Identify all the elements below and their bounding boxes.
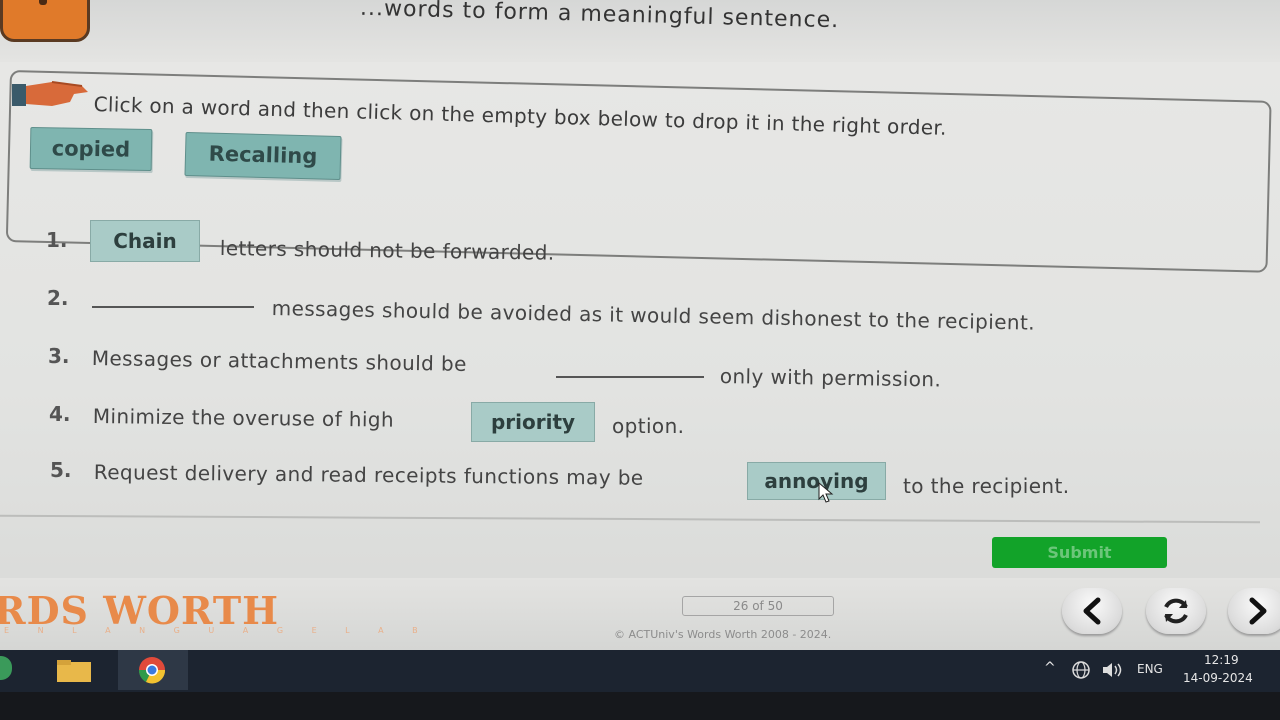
question-4-number: 4. <box>49 402 71 426</box>
back-arrow-icon <box>1083 597 1101 625</box>
language-indicator[interactable]: ENG <box>1137 662 1163 676</box>
question-5-text-before: Request delivery and read receipts funct… <box>93 460 644 490</box>
question-1-number: 1. <box>46 228 68 252</box>
globe-icon[interactable] <box>1070 660 1092 680</box>
volume-icon[interactable] <box>1100 660 1128 680</box>
question-4-answer-box[interactable]: priority <box>471 402 595 442</box>
copyright-text: © ACTUniv's Words Worth 2008 - 2024. <box>614 628 832 641</box>
submit-button[interactable]: Submit <box>992 537 1167 568</box>
word-chip-recalling[interactable]: Recalling <box>184 131 342 181</box>
mouse-cursor-icon <box>818 482 834 503</box>
refresh-icon <box>1164 598 1188 624</box>
question-5-text-after: to the recipient. <box>903 474 1070 498</box>
content-divider <box>0 514 1260 524</box>
question-2-number: 2. <box>47 286 69 310</box>
question-1-text: letters should not be forwarded. <box>219 236 555 265</box>
question-5-answer-box[interactable]: annoying <box>747 462 886 500</box>
question-3-number: 3. <box>48 344 70 368</box>
app-window: ...words to form a meaningful sentence. … <box>0 0 1280 650</box>
chevron-up-icon[interactable]: ^ <box>1044 660 1056 676</box>
word-chip-copied[interactable]: copied <box>29 126 153 172</box>
back-button[interactable] <box>1062 588 1122 634</box>
question-3-text-before: Messages or attachments should be <box>91 346 467 376</box>
folder-icon[interactable] <box>56 658 92 684</box>
exclamation-icon <box>39 0 47 5</box>
chrome-icon <box>138 657 166 684</box>
question-2-text: messages should be avoided as it would s… <box>271 296 1036 335</box>
next-arrow-icon <box>1249 597 1267 625</box>
clock-time[interactable]: 12:19 <box>1204 653 1239 667</box>
question-3-blank[interactable] <box>556 376 704 378</box>
page-indicator: 26 of 50 <box>682 596 834 616</box>
refresh-button[interactable] <box>1146 588 1206 634</box>
question-4-text-before: Minimize the overuse of high <box>92 404 395 432</box>
question-2-blank[interactable] <box>92 306 254 308</box>
question-4-text-after: option. <box>612 414 685 438</box>
question-5-number: 5. <box>50 458 72 482</box>
clock-date[interactable]: 14-09-2024 <box>1183 671 1253 685</box>
question-1-answer-box[interactable]: Chain <box>90 220 200 262</box>
exercise-badge <box>0 0 90 42</box>
question-3-text-after: only with permission. <box>719 364 942 392</box>
hand-pointer-icon <box>12 81 88 106</box>
next-button[interactable] <box>1228 588 1280 634</box>
brand-logo-subtitle: E N L A N G U A G E L A B <box>4 626 431 635</box>
chrome-taskbar-item[interactable] <box>118 650 188 690</box>
